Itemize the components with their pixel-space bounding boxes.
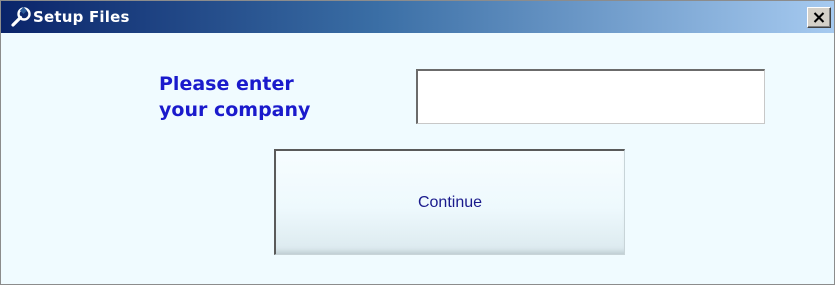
setup-window: Setup Files Please enter your company Co… — [0, 0, 835, 285]
company-prompt-label: Please enter your company — [159, 71, 399, 123]
company-input[interactable] — [416, 69, 765, 124]
close-button[interactable] — [807, 7, 831, 28]
title-bar[interactable]: Setup Files — [1, 1, 834, 33]
wrench-icon — [10, 6, 32, 27]
close-icon — [813, 12, 825, 23]
prompt-line-1: Please enter — [159, 73, 294, 95]
continue-button[interactable]: Continue — [274, 149, 625, 255]
window-title: Setup Files — [33, 8, 130, 26]
prompt-line-2: your company — [159, 99, 311, 121]
